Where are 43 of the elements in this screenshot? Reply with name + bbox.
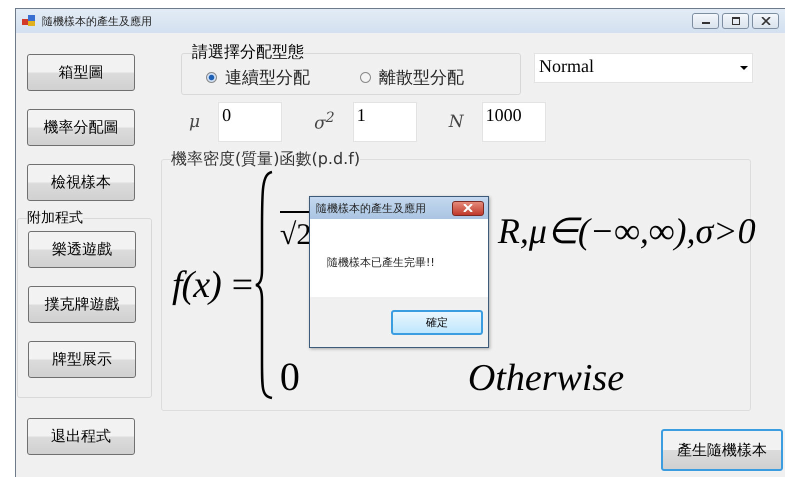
formula-text: Otherwise — [468, 356, 624, 400]
command-button[interactable]: 撲克牌遊戲 — [28, 286, 136, 323]
input-field[interactable]: 0 — [218, 102, 282, 142]
command-button[interactable]: 牌型展示 — [28, 341, 136, 378]
maximize-icon — [730, 17, 740, 25]
exit-button[interactable]: 退出程式 — [27, 418, 135, 455]
command-button[interactable]: 檢視樣本 — [27, 164, 135, 201]
command-button[interactable]: 樂透遊戲 — [28, 231, 136, 268]
close-icon — [463, 204, 473, 212]
dialog-title: 隨機樣本的產生及應用 — [316, 200, 426, 216]
ok-button[interactable]: 確定 — [391, 310, 483, 334]
maximize-button[interactable] — [722, 13, 749, 29]
radio-label: 連續型分配 — [225, 66, 310, 88]
formula-text: f(x) = — [172, 263, 254, 307]
command-button[interactable]: 箱型圖 — [27, 54, 135, 91]
input-field[interactable]: 1 — [352, 102, 417, 142]
group-title: 附加程式 — [27, 210, 83, 226]
formula-text: √2 — [280, 218, 312, 252]
generate-button[interactable]: 產生隨機樣本 — [661, 429, 783, 471]
group-title: 機率密度(質量)函數(p.d.f) — [171, 150, 360, 168]
close-icon — [760, 17, 770, 25]
parameter-symbol: N — [448, 112, 464, 132]
formula-text: 0 — [280, 353, 300, 400]
command-button[interactable]: 機率分配圖 — [27, 109, 135, 146]
window-title: 隨機樣本的產生及應用 — [42, 14, 152, 28]
radio-icon[interactable] — [206, 72, 217, 82]
input-field[interactable]: 1000 — [482, 102, 546, 142]
radio-icon[interactable] — [360, 72, 371, 82]
radio-option[interactable]: 連續型分配 — [206, 66, 310, 88]
distribution-dropdown[interactable]: Normal — [534, 53, 753, 83]
close-button[interactable] — [452, 200, 484, 216]
fraction-line — [280, 210, 310, 214]
minimize-button[interactable] — [692, 13, 719, 29]
radio-option[interactable]: 離散型分配 — [360, 66, 464, 88]
caret-icon — [740, 66, 748, 70]
radio-label: 離散型分配 — [379, 66, 464, 88]
parameter-symbol: σ$^{2}$ — [314, 110, 335, 134]
group-title: 請選擇分配型態 — [192, 43, 304, 61]
close-button[interactable] — [752, 13, 779, 29]
dialog-message: 隨機樣本已產生完畢!! — [327, 256, 435, 269]
parameter-symbol: μ — [189, 112, 200, 132]
formula-text: R,μ∈(−∞,∞),σ>0 — [498, 210, 756, 252]
app-icon — [22, 15, 36, 27]
